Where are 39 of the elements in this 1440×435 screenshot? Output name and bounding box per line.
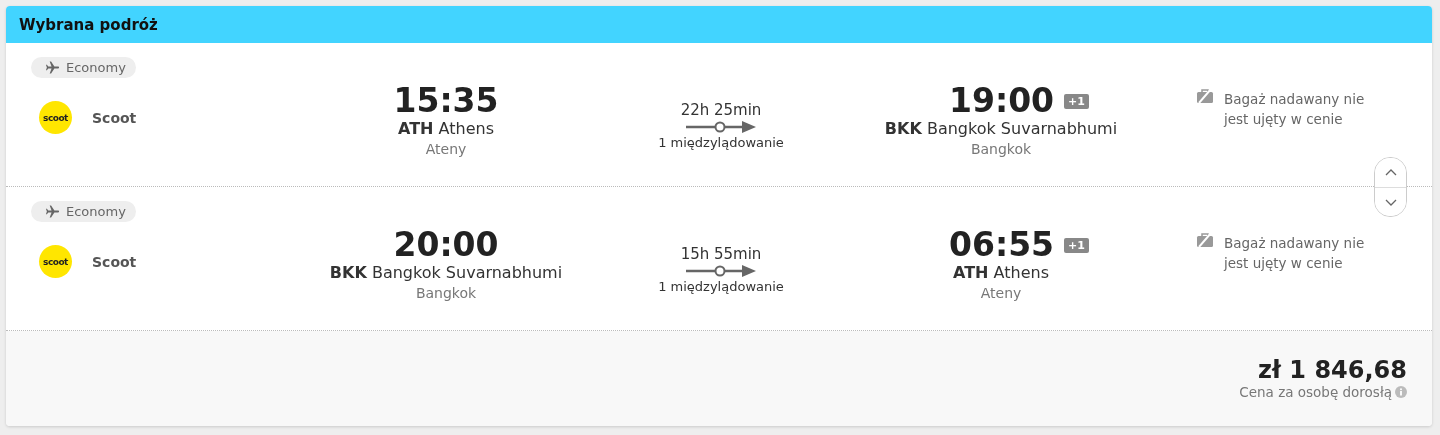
flight-duration: 22h 25min — [680, 101, 762, 119]
departure-time: 15:35 — [393, 83, 499, 119]
arrival-time: 06:55 — [949, 227, 1055, 263]
info-icon — [1395, 386, 1407, 398]
airline-logo: scoot — [39, 245, 72, 278]
arrival-airport: BKK Bangkok Suvarnabhumi — [884, 119, 1118, 138]
scroll-down-button[interactable] — [1375, 187, 1406, 216]
departure-airport: ATH Athens — [398, 119, 494, 138]
departure-airport: BKK Bangkok Suvarnabhumi — [329, 263, 563, 282]
arrival-airport: ATH Athens — [953, 263, 1049, 282]
departure-city: Bangkok — [415, 285, 477, 301]
arrival-city: Bangkok — [970, 141, 1032, 157]
plane-icon — [45, 60, 60, 75]
cabin-label: Economy — [66, 60, 126, 75]
chevron-up-icon — [1384, 169, 1397, 176]
chevron-down-icon — [1384, 198, 1397, 206]
price-note: Cena za osobę dorosłą — [1239, 384, 1392, 400]
cabin-label: Economy — [66, 204, 126, 219]
stops-count: 1 międzylądowanie — [658, 135, 784, 150]
plane-icon — [45, 204, 60, 219]
arrival-city: Ateny — [980, 285, 1022, 301]
day-offset-badge: +1 — [1064, 237, 1089, 253]
airline-logo: scoot — [39, 101, 72, 134]
departure-city: Ateny — [425, 141, 467, 157]
arrival-time: 19:00 — [949, 83, 1055, 119]
card-title: Wybrana podróż — [19, 15, 158, 34]
day-offset-badge: +1 — [1064, 93, 1089, 109]
stop-arrow-icon — [686, 265, 756, 277]
baggage-note: Bagaż nadawany nie jest ujęty w cenie — [1224, 90, 1366, 129]
departure-time: 20:00 — [393, 227, 499, 263]
no-baggage-icon — [1196, 233, 1214, 247]
no-baggage-icon — [1196, 89, 1214, 103]
stops-count: 1 międzylądowanie — [658, 279, 784, 294]
total-price: zł 1 846,68 — [1258, 356, 1407, 384]
baggage-note: Bagaż nadawany nie jest ujęty w cenie — [1224, 234, 1366, 273]
airline-name: Scoot — [92, 109, 137, 126]
flight-duration: 15h 55min — [680, 245, 762, 263]
stop-arrow-icon — [686, 121, 756, 133]
airline-name: Scoot — [92, 253, 137, 270]
